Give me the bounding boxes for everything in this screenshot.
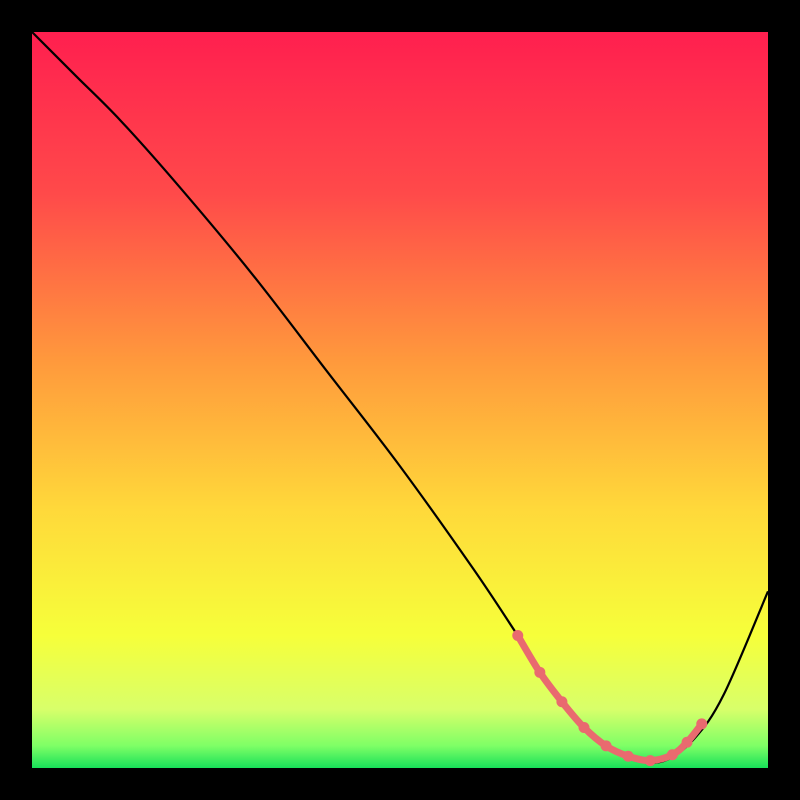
highlight-dot <box>534 667 545 678</box>
highlight-dot <box>623 751 634 762</box>
highlight-dot <box>601 740 612 751</box>
highlight-dot <box>667 749 678 760</box>
highlight-dot <box>645 755 656 766</box>
bottleneck-chart <box>32 32 768 768</box>
highlight-dot <box>512 630 523 641</box>
highlight-dot <box>696 718 707 729</box>
highlight-dot <box>682 737 693 748</box>
chart-frame <box>32 32 768 768</box>
highlight-dot <box>579 722 590 733</box>
gradient-background <box>32 32 768 768</box>
highlight-dot <box>556 696 567 707</box>
